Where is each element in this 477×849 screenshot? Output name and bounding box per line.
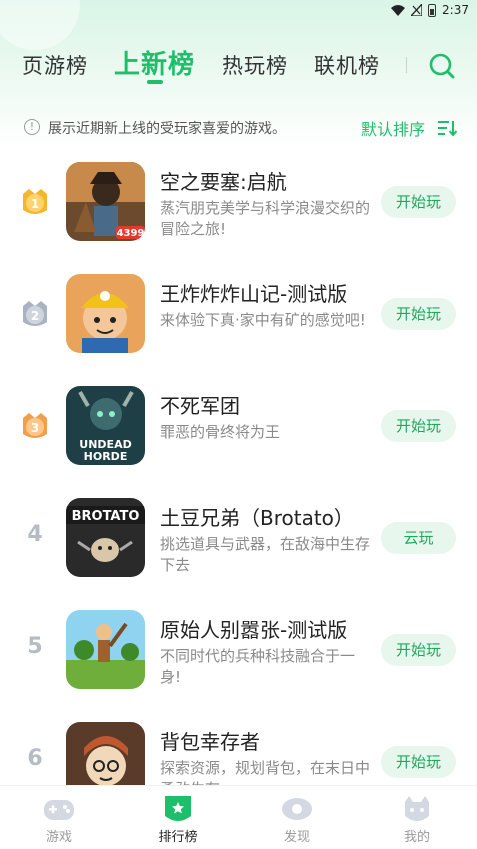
- rank-number: 6: [27, 746, 43, 771]
- ranking-tabs: 页游榜 上新榜 热玩榜 联机榜: [0, 40, 477, 94]
- game-icon[interactable]: [66, 610, 145, 689]
- cloud-play-button[interactable]: 云玩: [381, 522, 456, 554]
- start-play-button[interactable]: 开始玩: [381, 186, 456, 218]
- bottom-navigation: 游戏 排行榜 发现 我的: [0, 785, 477, 849]
- gold-rank-badge-icon: 1: [23, 189, 47, 214]
- game-name: 不死军团: [160, 394, 240, 418]
- start-play-button[interactable]: 开始玩: [381, 746, 456, 778]
- nav-discover[interactable]: 发现: [257, 786, 337, 849]
- info-bar: ! 展示近期新上线的受玩家喜爱的游戏。 默认排序: [0, 112, 477, 142]
- svg-text:4399: 4399: [117, 228, 145, 239]
- silver-rank-badge-icon: 2: [23, 301, 47, 326]
- rankings-trophy-icon: [165, 796, 191, 821]
- list-item[interactable]: 5 原始人别嚣张-测试版 不同时代的兵种科技融合于一身! 开始玩: [0, 598, 477, 708]
- profile-avatar-icon: [405, 796, 429, 821]
- active-tab-indicator: [147, 80, 163, 84]
- nav-discover-label: 发现: [283, 830, 310, 845]
- game-description: 蒸汽朋克美学与科学浪漫交织的冒险之旅!: [160, 199, 371, 238]
- nav-profile[interactable]: 我的: [377, 786, 457, 849]
- game-name: 原始人别嚣张-测试版: [160, 618, 348, 642]
- game-name: 土豆兄弟（Brotato）: [160, 506, 354, 530]
- start-play-button[interactable]: 开始玩: [381, 410, 456, 442]
- sort-icon[interactable]: [437, 120, 457, 136]
- start-play-button[interactable]: 开始玩: [381, 298, 456, 330]
- nav-rankings-label: 排行榜: [158, 830, 198, 845]
- list-item[interactable]: 3 UNDEAD HORDE 不死军团 罪恶的骨终将为王 开始玩: [0, 374, 477, 484]
- game-description: 不同时代的兵种科技融合于一身!: [160, 647, 356, 686]
- status-time: 2:37: [442, 3, 469, 17]
- search-icon[interactable]: [428, 52, 456, 80]
- tab-new-releases[interactable]: 上新榜: [114, 44, 195, 81]
- list-item[interactable]: 2 王炸炸炸山记-测试版 来体验下真·家中有矿的感觉吧! 开始玩: [0, 262, 477, 372]
- svg-text:3: 3: [31, 421, 39, 435]
- game-description: 挑选道具与武器，在敌海中生存下去: [160, 535, 371, 574]
- game-icon[interactable]: [66, 274, 145, 353]
- status-bar: 2:37: [0, 0, 477, 22]
- wifi-icon: [391, 4, 406, 16]
- rank-number: 5: [27, 634, 43, 659]
- list-item[interactable]: 1 4399 空之要塞:启航 蒸汽朋克美学与科学浪漫交织的冒险之旅! 开始玩: [0, 150, 477, 260]
- game-icon[interactable]: 4399: [66, 162, 145, 241]
- signal-icon: [411, 4, 423, 16]
- game-name: 空之要塞:启航: [160, 170, 287, 194]
- svg-text:2: 2: [31, 309, 39, 323]
- tab-divider: [406, 57, 407, 73]
- game-description: 来体验下真·家中有矿的感觉吧!: [160, 311, 366, 329]
- nav-rankings[interactable]: 排行榜: [138, 786, 218, 849]
- gamepad-icon: [44, 800, 74, 820]
- tab-page-games[interactable]: 页游榜: [22, 50, 88, 80]
- start-play-button[interactable]: 开始玩: [381, 634, 456, 666]
- tab-online-games[interactable]: 联机榜: [314, 50, 380, 80]
- svg-text:1: 1: [31, 197, 39, 211]
- game-icon[interactable]: UNDEAD HORDE: [66, 386, 145, 465]
- rank-number: 4: [27, 522, 43, 547]
- game-name: 王炸炸炸山记-测试版: [160, 282, 348, 306]
- sort-button[interactable]: 默认排序: [361, 116, 425, 140]
- info-text: 展示近期新上线的受玩家喜爱的游戏。: [48, 121, 286, 137]
- nav-games-label: 游戏: [45, 830, 72, 845]
- game-name: 背包幸存者: [160, 730, 260, 754]
- list-item[interactable]: 4 BROTATO 土豆兄弟（Brotato） 挑选道具与武器，在敌海中生存下去…: [0, 486, 477, 596]
- discover-eye-icon: [282, 798, 312, 820]
- svg-text:BROTATO: BROTATO: [72, 509, 140, 524]
- game-description: 罪恶的骨终将为王: [160, 423, 281, 441]
- bronze-rank-badge-icon: 3: [23, 413, 47, 438]
- tab-hot-games[interactable]: 热玩榜: [222, 50, 288, 80]
- svg-text:HORDE: HORDE: [84, 450, 128, 463]
- nav-games[interactable]: 游戏: [19, 786, 99, 849]
- info-icon: !: [24, 119, 40, 135]
- nav-profile-label: 我的: [403, 830, 430, 845]
- game-icon[interactable]: BROTATO: [66, 498, 145, 577]
- battery-icon: [428, 3, 437, 17]
